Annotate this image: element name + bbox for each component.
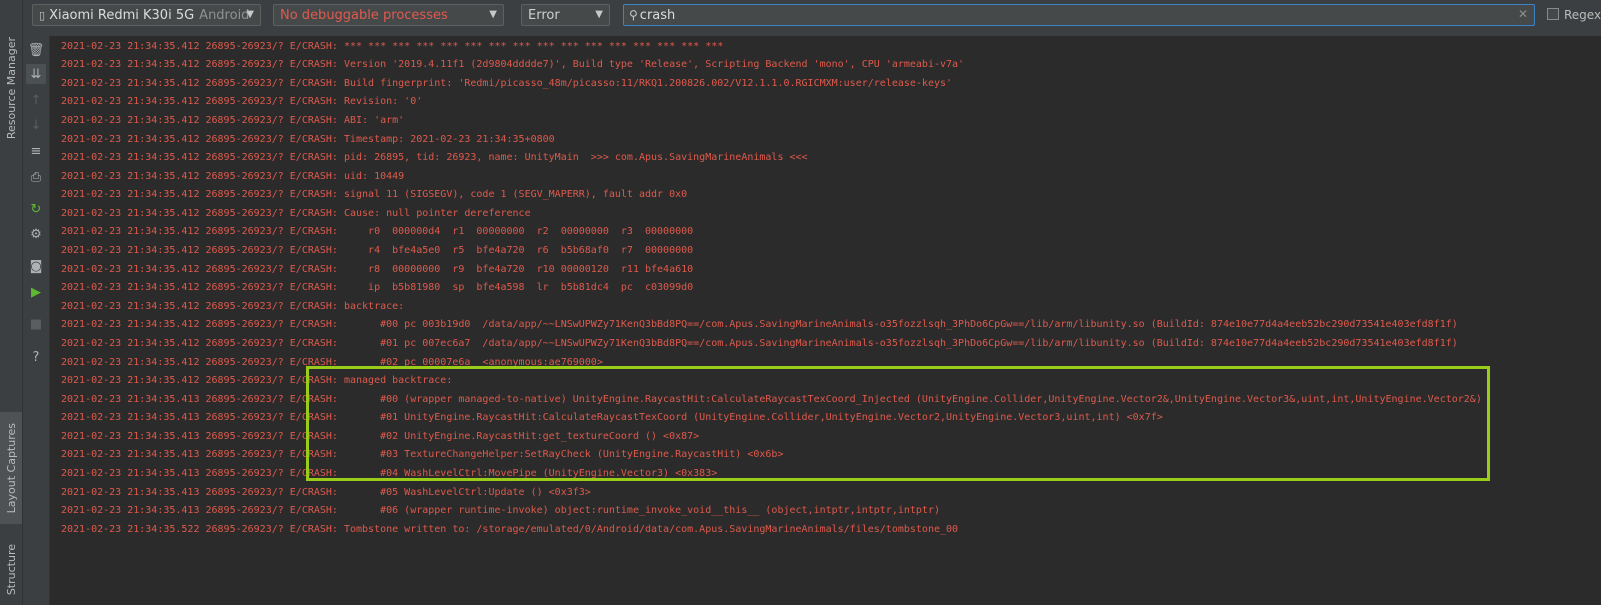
log-line: 2021-02-23 21:34:35.412 26895-26923/? E/… [61, 264, 694, 275]
log-line: 2021-02-23 21:34:35.413 26895-26923/? E/… [61, 487, 591, 498]
log-line: 2021-02-23 21:34:35.412 26895-26923/? E/… [61, 152, 808, 163]
phone-icon: ▯ [39, 8, 46, 22]
stop-icon[interactable]: ■ [26, 314, 46, 334]
logcat-output[interactable]: 2021-02-23 21:34:35.412 26895-26923/? E/… [50, 36, 1601, 605]
screen-record-icon[interactable]: ▶ [26, 282, 46, 302]
log-line: 2021-02-23 21:34:35.522 26895-26923/? E/… [61, 524, 959, 535]
down-arrow-icon[interactable]: ↓ [26, 115, 46, 135]
log-line: 2021-02-23 21:34:35.413 26895-26923/? E/… [61, 468, 718, 479]
chevron-down-icon: ▼ [489, 9, 497, 20]
log-line: 2021-02-23 21:34:35.413 26895-26923/? E/… [61, 412, 1163, 423]
log-level-value: Error [528, 7, 560, 23]
chevron-down-icon: ▼ [246, 9, 254, 20]
print-icon[interactable]: ⎙ [26, 167, 46, 187]
log-line: 2021-02-23 21:34:35.412 26895-26923/? E/… [61, 115, 405, 126]
device-name: Xiaomi Redmi K30i 5G [49, 7, 195, 23]
logcat-action-bar: 🗑 ⇊ ↑ ↓ ≡ ⎙ ↻ ⚙ ◙ ▶ ■ ? [23, 36, 50, 605]
side-tool-strip: Resource Manager Layout Captures Structu… [0, 0, 23, 605]
log-line: 2021-02-23 21:34:35.412 26895-26923/? E/… [61, 189, 688, 200]
regex-checkbox[interactable] [1547, 8, 1559, 20]
log-line: 2021-02-23 21:34:35.412 26895-26923/? E/… [61, 245, 694, 256]
log-line: 2021-02-23 21:34:35.412 26895-26923/? E/… [61, 375, 453, 386]
log-line: 2021-02-23 21:34:35.412 26895-26923/? E/… [61, 226, 694, 237]
structure-tab[interactable]: Structure [0, 538, 22, 602]
log-line: 2021-02-23 21:34:35.412 26895-26923/? E/… [61, 41, 724, 52]
chevron-down-icon: ▼ [595, 9, 603, 20]
help-icon[interactable]: ? [26, 347, 46, 367]
soft-wrap-icon[interactable]: ≡ [26, 141, 46, 161]
clear-search-icon[interactable]: ✕ [1518, 7, 1528, 21]
layout-captures-tab[interactable]: Layout Captures [0, 412, 22, 524]
device-os: Android [199, 7, 250, 23]
log-line: 2021-02-23 21:34:35.413 26895-26923/? E/… [61, 449, 784, 460]
up-arrow-icon[interactable]: ↑ [26, 90, 46, 110]
regex-label: Regex [1564, 8, 1601, 22]
process-selector[interactable]: No debuggable processes ▼ [273, 4, 504, 26]
device-selector[interactable]: ▯ Xiaomi Redmi K30i 5G Android ▼ [32, 4, 261, 26]
search-icon: ⚲ [629, 8, 638, 22]
log-line: 2021-02-23 21:34:35.413 26895-26923/? E/… [61, 505, 940, 516]
layout-captures-tab-label: Layout Captures [4, 422, 18, 514]
log-line: 2021-02-23 21:34:35.412 26895-26923/? E/… [61, 171, 405, 182]
log-line: 2021-02-23 21:34:35.413 26895-26923/? E/… [61, 431, 700, 442]
log-line: 2021-02-23 21:34:35.412 26895-26923/? E/… [61, 134, 555, 145]
resource-manager-tab[interactable]: Resource Manager [0, 28, 22, 148]
screenshot-camera-icon[interactable]: ◙ [26, 256, 46, 276]
structure-tab-label: Structure [4, 544, 18, 596]
log-line: 2021-02-23 21:34:35.412 26895-26923/? E/… [61, 282, 694, 293]
restart-icon[interactable]: ↻ [26, 199, 46, 219]
logcat-toolbar: ▯ Xiaomi Redmi K30i 5G Android ▼ No debu… [23, 0, 1601, 37]
log-line: 2021-02-23 21:34:35.412 26895-26923/? E/… [61, 96, 423, 107]
settings-gear-icon[interactable]: ⚙ [26, 224, 46, 244]
log-line: 2021-02-23 21:34:35.412 26895-26923/? E/… [61, 338, 1458, 349]
log-line: 2021-02-23 21:34:35.412 26895-26923/? E/… [61, 301, 405, 312]
log-line: 2021-02-23 21:34:35.412 26895-26923/? E/… [61, 357, 603, 368]
search-input[interactable] [639, 7, 1490, 23]
log-level-selector[interactable]: Error ▼ [521, 4, 610, 26]
search-box[interactable]: ⚲ ✕ [623, 4, 1535, 26]
log-line: 2021-02-23 21:34:35.412 26895-26923/? E/… [61, 59, 965, 70]
log-line: 2021-02-23 21:34:35.412 26895-26923/? E/… [61, 208, 531, 219]
log-line: 2021-02-23 21:34:35.412 26895-26923/? E/… [61, 78, 953, 89]
log-line: 2021-02-23 21:34:35.412 26895-26923/? E/… [61, 319, 1458, 330]
trash-icon[interactable]: 🗑 [26, 40, 46, 60]
resource-manager-tab-label: Resource Manager [4, 36, 18, 140]
scroll-to-end-icon[interactable]: ⇊ [26, 64, 46, 84]
log-line: 2021-02-23 21:34:35.413 26895-26923/? E/… [61, 394, 1482, 405]
process-value: No debuggable processes [280, 7, 448, 23]
